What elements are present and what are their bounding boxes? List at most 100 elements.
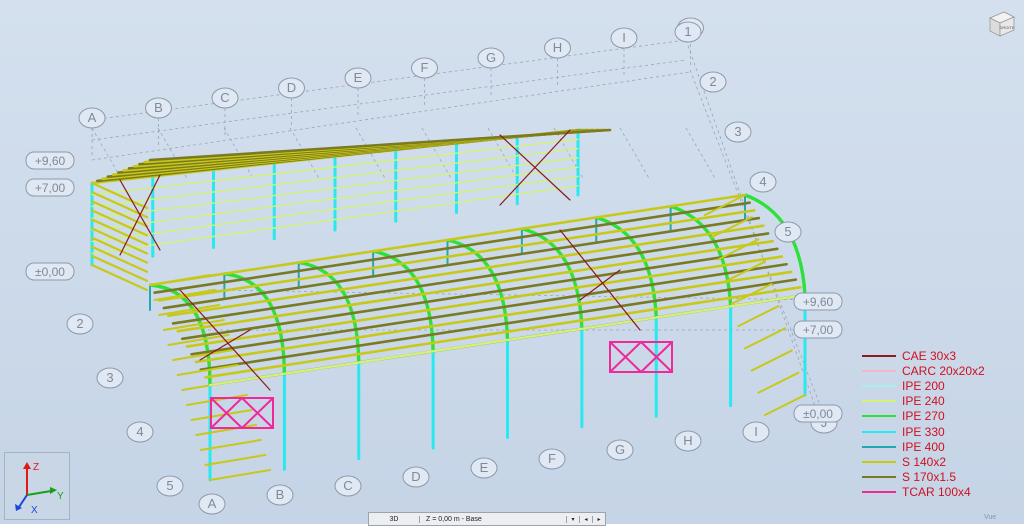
purlin — [148, 128, 612, 162]
gable-rail — [757, 371, 800, 394]
gable-rail — [204, 454, 267, 466]
legend-item: CARC 20x20x2 — [862, 363, 1022, 378]
grid-line — [91, 59, 687, 141]
legend-item: S 170x1.5 — [862, 470, 1022, 485]
grid-axis-bubble: 1 — [674, 21, 702, 43]
view-type-label: 3D — [369, 515, 420, 523]
grid-axis-label: G — [486, 50, 496, 65]
level-tag: +9,60 — [25, 151, 75, 170]
grid-axis-label: F — [421, 60, 429, 75]
grid-axis-label: I — [622, 30, 626, 45]
legend-label: IPE 270 — [902, 409, 945, 424]
legend-swatch — [862, 354, 896, 357]
level-tag: ±0,00 — [793, 404, 843, 423]
legend-swatch — [862, 430, 896, 433]
grid-axis-bubble: 3 — [96, 367, 124, 389]
gable-rail — [737, 305, 780, 328]
legend-item: IPE 240 — [862, 394, 1022, 409]
axis-x-label: X — [31, 505, 38, 516]
legend-swatch — [862, 400, 896, 403]
tcar-panel — [210, 397, 274, 429]
grid-axis-label: D — [287, 80, 296, 95]
grid-axis-bubble: I — [610, 27, 638, 49]
level-tag: +9,60 — [793, 292, 843, 311]
grid-axis-bubble: G — [477, 47, 505, 69]
level-tag: ±0,00 — [25, 262, 75, 281]
grid-axis-label: 1 — [684, 24, 691, 39]
grid-axis-label: 3 — [106, 370, 113, 385]
purlin — [153, 201, 751, 294]
legend-item: TCAR 100x4 — [862, 485, 1022, 500]
front-hall-frame — [148, 193, 807, 482]
grid-axis-bubble: E — [470, 457, 498, 479]
view-cube[interactable]: DROITE — [986, 8, 1016, 38]
grid-axis-bubble: 5 — [774, 221, 802, 243]
previous-level-button[interactable]: ◂ — [579, 515, 592, 523]
grid-axis-bubble: 5 — [156, 475, 184, 497]
axis-triad: Z Y X — [4, 452, 70, 520]
legend-label: CAE 30x3 — [902, 348, 957, 363]
view-cube-label: DROITE — [999, 25, 1014, 30]
legend-label: IPE 400 — [902, 439, 945, 454]
level-dropdown-button[interactable]: ▾ — [566, 515, 579, 523]
grid-line — [91, 39, 687, 121]
grid-axis-bubble: G — [606, 439, 634, 461]
grid-axis-bubble: A — [78, 107, 106, 129]
legend-swatch — [862, 460, 896, 463]
level-tag: +7,00 — [25, 178, 75, 197]
current-level-label: Z = 0,00 m - Base — [426, 515, 482, 523]
grid-axis-bubble: I — [742, 421, 770, 443]
grid-axis-label: 5 — [166, 478, 173, 493]
grid-axis-label: D — [411, 469, 420, 484]
gable-rail — [744, 327, 786, 350]
next-level-button[interactable]: ▸ — [592, 515, 605, 523]
axis-z-label: Z — [33, 462, 39, 473]
legend-item: IPE 200 — [862, 378, 1022, 393]
legend-item: CAE 30x3 — [862, 348, 1022, 363]
grid-axis-label: C — [343, 478, 352, 493]
gable-rail — [195, 424, 258, 436]
grid-axis-label: E — [354, 70, 363, 85]
gable-rail — [149, 274, 211, 286]
legend-swatch — [862, 445, 896, 448]
grid-axis-label: E — [480, 460, 489, 475]
purlin — [190, 262, 788, 356]
grid-line — [685, 127, 717, 181]
level-tag: +7,00 — [793, 320, 843, 339]
grid-axis-bubble: F — [411, 57, 438, 79]
grid-axis-bubble: 2 — [699, 71, 727, 93]
grid-axis-label: 4 — [759, 174, 766, 189]
grid-axis-bubble: H — [544, 37, 571, 59]
purlin — [199, 278, 798, 371]
grid-axis-label: G — [615, 442, 625, 457]
grid-axis-label: B — [276, 487, 285, 502]
legend-label: TCAR 100x4 — [902, 485, 971, 500]
purlin — [185, 255, 784, 348]
grid-line — [619, 127, 651, 181]
grid-axis-label: 2 — [709, 74, 716, 89]
level-tag-label: +9,60 — [803, 295, 834, 309]
legend-label: S 170x1.5 — [902, 470, 957, 485]
grid-axis-bubble: D — [402, 466, 430, 488]
level-tag-label: ±0,00 — [35, 265, 65, 279]
level-tag-label: +9,60 — [35, 154, 66, 168]
view-corner-label: Vue — [984, 514, 997, 521]
grid-axis-bubble: A — [198, 493, 226, 515]
purlin — [194, 270, 793, 364]
legend-label: IPE 200 — [902, 378, 945, 393]
purlin — [181, 247, 779, 341]
gable-rail — [209, 469, 271, 481]
back-hall-frame — [90, 128, 612, 292]
legend-label: CARC 20x20x2 — [902, 363, 985, 378]
gable-rail — [750, 349, 793, 372]
grid-axis-label: F — [548, 451, 556, 466]
grid-axis-bubble: 3 — [724, 121, 752, 143]
section-legend: CAE 30x3 CARC 20x20x2 IPE 200 IPE 240 IPE 27… — [862, 348, 1022, 500]
legend-swatch — [862, 491, 896, 494]
legend-label: IPE 330 — [902, 424, 945, 439]
grid-axis-label: I — [754, 424, 758, 439]
purlin — [157, 209, 756, 302]
grid-axis-label: H — [683, 433, 692, 448]
grid-axis-label: H — [553, 40, 562, 55]
grid-axis-label: 2 — [76, 316, 83, 331]
